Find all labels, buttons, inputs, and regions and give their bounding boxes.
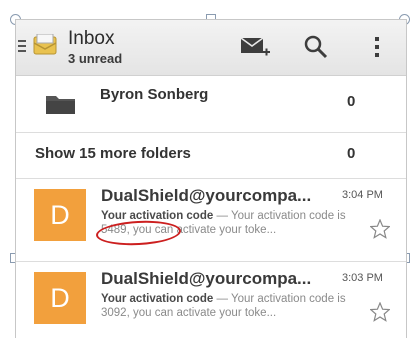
overflow-menu-icon <box>374 35 380 59</box>
message-sender: DualShield@yourcompa... <box>101 186 312 205</box>
star-icon[interactable] <box>369 218 391 244</box>
folder-count: 0 <box>347 93 356 110</box>
star-icon[interactable] <box>369 301 391 327</box>
action-bar: Inbox 3 unread <box>16 20 406 76</box>
more-folders-count: 0 <box>347 145 356 162</box>
show-more-folders-label: Show 15 more folders <box>35 145 191 162</box>
inbox-envelope-icon[interactable] <box>33 33 57 56</box>
message-snippet: Your activation code — Your activation c… <box>101 292 353 320</box>
message-subject: Your activation code <box>101 293 214 305</box>
compose-mail-icon <box>239 34 271 60</box>
message-row[interactable]: D DualShield@yourcompa... 3:03 PM Your a… <box>16 262 406 338</box>
menu-drawer-icon[interactable] <box>18 40 26 53</box>
show-more-folders-row[interactable]: Show 15 more folders 0 <box>16 133 406 179</box>
overflow-menu-button[interactable] <box>359 30 395 64</box>
folder-row[interactable]: Byron Sonberg 0 <box>16 76 406 133</box>
sender-avatar: D <box>34 272 86 324</box>
compose-button[interactable] <box>237 30 273 64</box>
snippet-separator: — <box>213 293 231 305</box>
unread-count: 3 unread <box>68 51 123 66</box>
email-app-screen: Inbox 3 unread Byron Sonberg 0 Show 15 m… <box>15 19 407 338</box>
search-button[interactable] <box>298 30 334 64</box>
sender-avatar: D <box>34 189 86 241</box>
message-row[interactable]: D DualShield@yourcompa... 3:04 PM Your a… <box>16 179 406 262</box>
message-time: 3:04 PM <box>342 189 383 201</box>
message-sender: DualShield@yourcompa... <box>101 269 312 288</box>
search-icon <box>303 34 329 60</box>
message-time: 3:03 PM <box>342 272 383 284</box>
folder-name: Byron Sonberg <box>100 86 209 103</box>
snippet-separator: — <box>213 210 231 222</box>
message-subject: Your activation code <box>101 210 214 222</box>
screen-title: Inbox <box>68 28 115 49</box>
folder-icon <box>46 93 76 120</box>
